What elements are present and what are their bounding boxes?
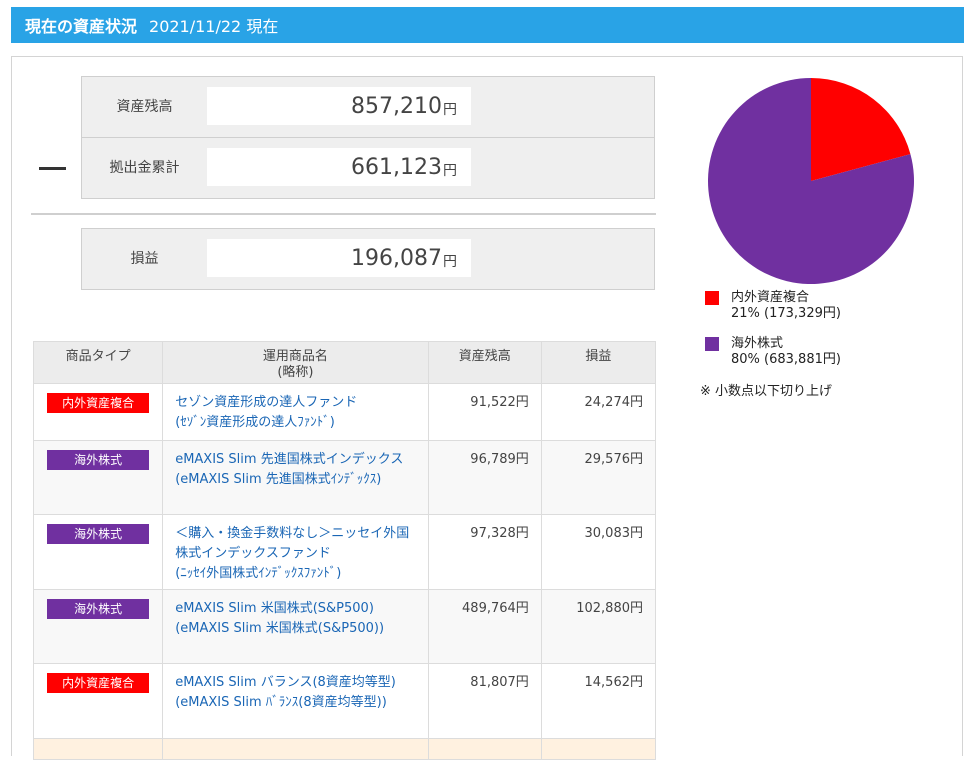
total-cell [427, 738, 542, 760]
table-row: 海外株式 ＜購入・換金手数料なし＞ニッセイ外国株式インデックスファンド (ﾆｯｾ… [32, 514, 657, 590]
legend-detail: 21% (173,329円) [731, 306, 841, 321]
col-header-type: 商品タイプ [32, 341, 164, 384]
minus-sign [39, 167, 66, 170]
balance-cell: 97,328円 [427, 514, 542, 590]
fund-short-name: (eMAXIS Slim ﾊﾞﾗﾝｽ(8資産均等型)) [175, 695, 387, 710]
profit-cell: 29,576円 [540, 440, 657, 515]
fund-name-cell: ＜購入・換金手数料なし＞ニッセイ外国株式インデックスファンド (ﾆｯｾｲ外国株式… [162, 514, 429, 590]
fund-name-link[interactable]: eMAXIS Slim バランス(8資産均等型) [175, 675, 396, 690]
fund-name-link[interactable]: セゾン資産形成の達人ファンド [175, 395, 357, 410]
contribution-value-box: 661,123 円 [207, 148, 471, 186]
col-header-name: 運用商品名 (略称) [162, 341, 429, 384]
allocation-pie-chart [708, 78, 914, 284]
col-header-name-line1: 運用商品名 [262, 349, 328, 364]
type-cell: 内外資産複合 [32, 383, 164, 441]
fund-table: 商品タイプ 運用商品名 (略称) 資産残高 損益 内外資産複合 セゾン資産形成の… [32, 341, 657, 760]
as-of-date: 2021/11/22 現在 [149, 17, 279, 36]
profit-value: 196,087 [351, 245, 442, 271]
type-cell: 海外株式 [32, 440, 164, 515]
balance-unit: 円 [443, 102, 457, 118]
fund-name-cell: eMAXIS Slim バランス(8資産均等型) (eMAXIS Slim ﾊﾞ… [162, 663, 429, 739]
balance-cell: 91,522円 [427, 383, 542, 441]
fund-name-cell: eMAXIS Slim 米国株式(S&P500) (eMAXIS Slim 米国… [162, 589, 429, 664]
type-cell: 海外株式 [32, 514, 164, 590]
profit-cell: 24,274円 [540, 383, 657, 441]
balance-value-box: 857,210 円 [207, 87, 471, 125]
fund-short-name: (ﾆｯｾｲ外国株式ｲﾝﾃﾞｯｸｽﾌｧﾝﾄﾞ) [175, 566, 342, 581]
legend-name: 内外資産複合 [731, 290, 810, 305]
fund-short-name: (eMAXIS Slim 先進国株式ｲﾝﾃﾞｯｸｽ) [175, 472, 382, 487]
profit-summary-box: 損益 196,087 円 [81, 228, 655, 290]
equals-divider [31, 213, 656, 215]
profit-label: 損益 [130, 251, 159, 267]
table-row: 海外株式 eMAXIS Slim 先進国株式インデックス (eMAXIS Sli… [32, 440, 657, 515]
profit-value-box: 196,087 円 [207, 239, 471, 277]
page-header: 現在の資産状況 2021/11/22 現在 [11, 7, 964, 43]
total-cell [32, 738, 164, 760]
type-badge: 内外資産複合 [47, 673, 150, 693]
type-badge: 海外株式 [47, 524, 150, 544]
profit-cell: 14,562円 [540, 663, 657, 739]
profit-cell: 30,083円 [540, 514, 657, 590]
contribution-value: 661,123 [351, 154, 442, 180]
legend-name: 海外株式 [731, 336, 784, 351]
col-header-profit: 損益 [540, 341, 657, 384]
type-badge: 海外株式 [47, 599, 150, 619]
balance-cell: 489,764円 [427, 589, 542, 664]
type-cell: 内外資産複合 [32, 663, 164, 739]
profit-row: 損益 196,087 円 [82, 229, 654, 289]
table-header-row: 商品タイプ 運用商品名 (略称) 資産残高 損益 [32, 341, 657, 384]
col-header-balance: 資産残高 [427, 341, 542, 384]
total-cell [162, 738, 429, 760]
balance-value: 857,210 [351, 93, 442, 119]
type-badge: 内外資産複合 [47, 393, 150, 413]
rounding-note: ※ 小数点以下切り上げ [700, 384, 833, 399]
col-header-name-line2: (略称) [277, 365, 314, 380]
balance-cell: 81,807円 [427, 663, 542, 739]
legend-swatch-foreign-stock [705, 337, 719, 351]
balance-row: 資産残高 857,210 円 [82, 77, 654, 137]
balance-cell: 96,789円 [427, 440, 542, 515]
profit-cell: 102,880円 [540, 589, 657, 664]
fund-short-name: (ｾｿﾞﾝ資産形成の達人ﾌｧﾝﾄﾞ) [175, 415, 335, 430]
total-cell [540, 738, 657, 760]
balance-label: 資産残高 [116, 99, 173, 115]
fund-name-link[interactable]: ＜購入・換金手数料なし＞ニッセイ外国株式インデックスファンド [175, 526, 409, 561]
fund-name-cell: セゾン資産形成の達人ファンド (ｾｿﾞﾝ資産形成の達人ﾌｧﾝﾄﾞ) [162, 383, 429, 441]
page-title: 現在の資産状況 [25, 17, 138, 36]
fund-name-link[interactable]: eMAXIS Slim 先進国株式インデックス [175, 452, 403, 467]
fund-name-link[interactable]: eMAXIS Slim 米国株式(S&P500) [175, 601, 374, 616]
legend-swatch-domestic-foreign [705, 291, 719, 305]
type-badge: 海外株式 [47, 450, 150, 470]
balance-summary-box: 資産残高 857,210 円 拠出金累計 661,123 円 [81, 76, 655, 199]
contribution-label: 拠出金累計 [109, 160, 180, 176]
table-row: 内外資産複合 セゾン資産形成の達人ファンド (ｾｿﾞﾝ資産形成の達人ﾌｧﾝﾄﾞ)… [32, 383, 657, 441]
fund-name-cell: eMAXIS Slim 先進国株式インデックス (eMAXIS Slim 先進国… [162, 440, 429, 515]
type-cell: 海外株式 [32, 589, 164, 664]
profit-unit: 円 [443, 254, 457, 270]
table-row: 海外株式 eMAXIS Slim 米国株式(S&P500) (eMAXIS Sl… [32, 589, 657, 664]
contribution-row: 拠出金累計 661,123 円 [82, 137, 654, 198]
legend-detail: 80% (683,881円) [731, 352, 841, 367]
table-total-row [32, 738, 657, 760]
contribution-unit: 円 [443, 163, 457, 179]
table-row: 内外資産複合 eMAXIS Slim バランス(8資産均等型) (eMAXIS … [32, 663, 657, 739]
fund-short-name: (eMAXIS Slim 米国株式(S&P500)) [175, 621, 385, 636]
